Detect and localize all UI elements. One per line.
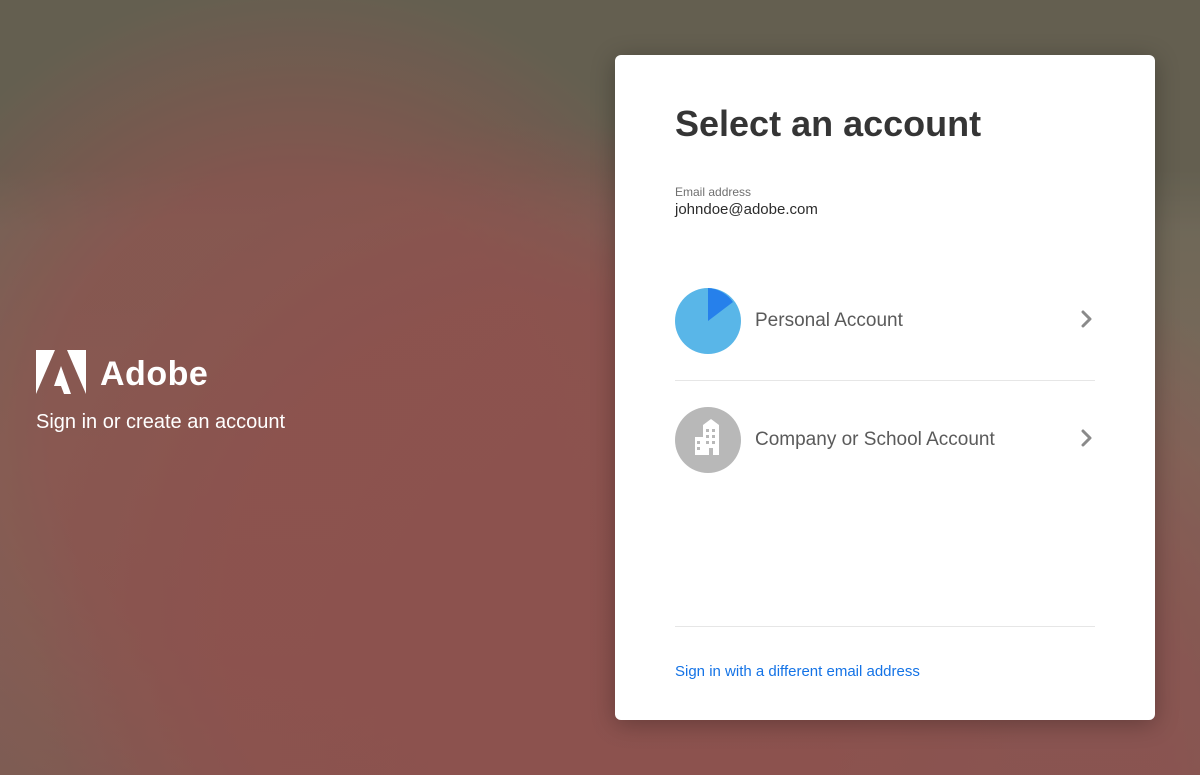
personal-account-label: Personal Account [755,310,1077,332]
company-account-label: Company or School Account [755,429,1077,451]
footer-divider [675,626,1095,627]
different-email-link[interactable]: Sign in with a different email address [675,663,1095,680]
brand-block: Adobe Sign in or create an account [36,350,285,434]
adobe-logo-icon [36,350,86,399]
company-account-option[interactable]: Company or School Account [675,381,1095,499]
email-label: Email address [675,185,1095,199]
chevron-right-icon [1077,310,1095,333]
personal-account-option[interactable]: Personal Account [675,262,1095,380]
building-icon [675,407,741,473]
person-icon [675,288,741,354]
chevron-right-icon [1077,429,1095,452]
card-title: Select an account [675,103,1095,145]
brand-subtitle: Sign in or create an account [36,411,285,434]
email-value: johndoe@adobe.com [675,201,1095,218]
account-select-card: Select an account Email address johndoe@… [615,55,1155,720]
brand-name: Adobe [100,355,208,394]
